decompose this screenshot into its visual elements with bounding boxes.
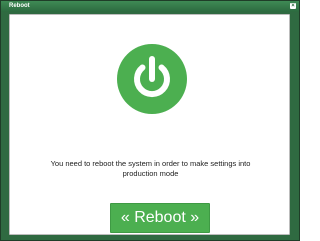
- close-icon: ×: [291, 3, 295, 9]
- message-line-2: production mode: [122, 169, 179, 178]
- close-button[interactable]: ×: [290, 3, 296, 9]
- reboot-button[interactable]: « Reboot »: [110, 203, 210, 233]
- reboot-message: You need to reboot the system in order t…: [10, 159, 291, 179]
- dialog-content: You need to reboot the system in order t…: [9, 14, 290, 235]
- power-icon: [117, 44, 187, 114]
- reboot-dialog: Reboot × You need to reboot the system i…: [0, 0, 300, 241]
- dialog-title: Reboot: [9, 3, 30, 9]
- message-line-1: You need to reboot the system in order t…: [50, 159, 251, 168]
- dialog-titlebar[interactable]: Reboot ×: [1, 1, 299, 12]
